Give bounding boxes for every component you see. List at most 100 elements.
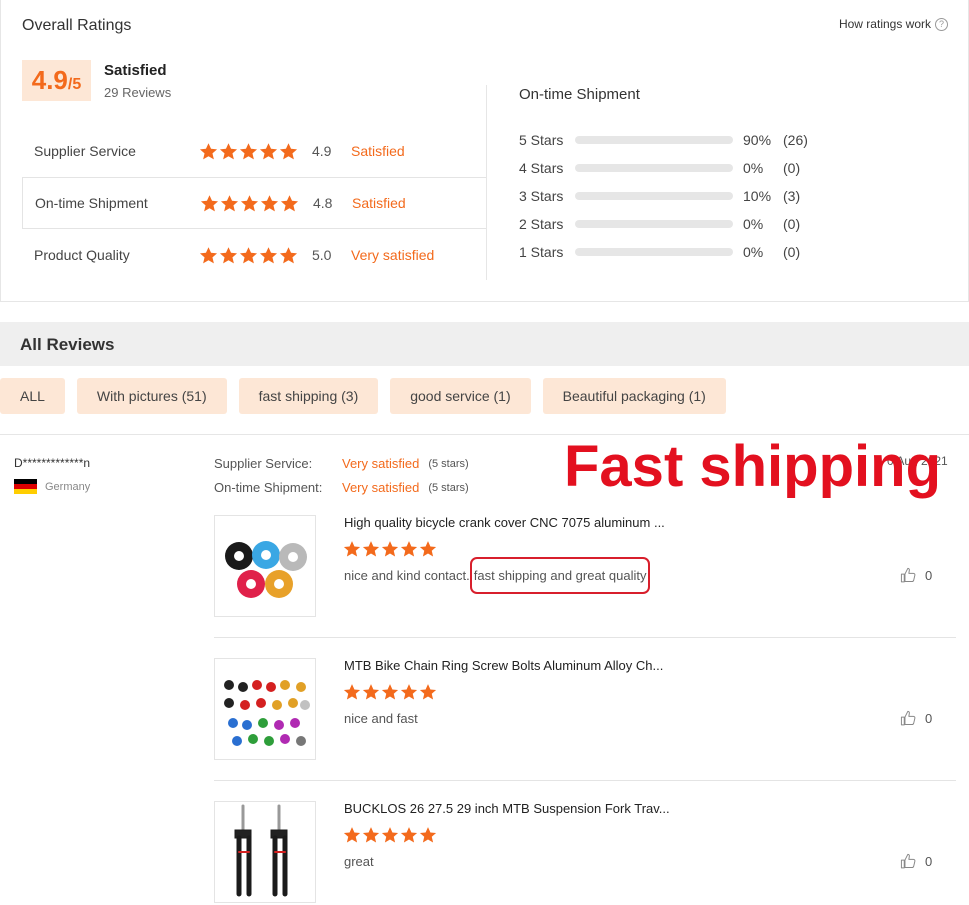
distribution-bar (575, 248, 733, 256)
item-stars (343, 826, 437, 844)
distribution-count: (0) (783, 160, 801, 176)
star-icon (279, 246, 298, 265)
product-thumbnail[interactable] (214, 658, 316, 760)
rating-word: Very satisfied (351, 247, 435, 263)
distribution-row-1: 1 Stars 0% (0) (519, 242, 800, 262)
meta-value: Very satisfied (342, 480, 420, 495)
star-icon (419, 683, 437, 701)
item-stars (343, 540, 437, 558)
review-item: BUCKLOS 26 27.5 29 inch MTB Suspension F… (214, 801, 956, 905)
review-supplier-service: Supplier Service: Very satisfied (5 star… (214, 456, 469, 471)
rating-word: Satisfied (351, 143, 405, 159)
meta-stars: (5 stars) (428, 457, 469, 470)
star-icon (381, 540, 399, 558)
rating-label: Product Quality (34, 247, 130, 263)
star-icon (362, 683, 380, 701)
like-button[interactable]: 0 (900, 853, 932, 870)
meta-key: On-time Shipment: (214, 480, 323, 495)
distribution-count: (0) (783, 244, 801, 260)
star-icon (362, 540, 380, 558)
thumbs-up-icon[interactable] (900, 853, 917, 870)
star-icon (239, 142, 258, 161)
rating-word: Satisfied (352, 195, 406, 211)
star-icon (381, 826, 399, 844)
rating-stars (200, 194, 299, 213)
country-label: Germany (45, 480, 91, 493)
rating-stars (199, 142, 298, 161)
product-thumbnail[interactable] (214, 801, 316, 903)
star-icon (400, 540, 418, 558)
distribution-label: 2 Stars (519, 216, 564, 232)
thumbs-up-icon[interactable] (900, 710, 917, 727)
star-icon (219, 142, 238, 161)
distribution-row-5: 5 Stars 90% (26) (519, 130, 808, 150)
distribution-percent: 0% (743, 244, 764, 260)
filter-chip-good-service[interactable]: good service (1) (390, 378, 531, 414)
all-reviews-title: All Reviews (20, 335, 115, 354)
distribution-title: On-time Shipment (519, 86, 640, 103)
rating-label: Supplier Service (34, 143, 136, 159)
rating-stars (199, 246, 298, 265)
distribution-label: 3 Stars (519, 188, 564, 204)
distribution-label: 1 Stars (519, 244, 564, 260)
distribution-count: (3) (783, 188, 801, 204)
distribution-percent: 10% (743, 188, 772, 204)
distribution-row-4: 4 Stars 0% (0) (519, 158, 800, 178)
review-filters: ALL With pictures (51) fast shipping (3)… (0, 378, 726, 414)
star-icon (419, 540, 437, 558)
suspension-fork-image (234, 804, 288, 897)
distribution-label: 5 Stars (519, 132, 564, 148)
review-comment: nice and kind contact. fast shipping and … (344, 557, 651, 594)
thumbs-up-icon[interactable] (900, 567, 917, 584)
rating-score: 5.0 (312, 247, 332, 263)
filter-chip-fast-shipping[interactable]: fast shipping (3) (238, 378, 379, 414)
like-button[interactable]: 0 (900, 567, 932, 584)
question-circle-icon[interactable]: ? (935, 17, 948, 31)
filter-chip-all[interactable]: ALL (0, 378, 65, 414)
divider (486, 85, 487, 280)
how-ratings-work-link[interactable]: How ratings work ? (839, 17, 948, 31)
distribution-label: 4 Stars (519, 160, 564, 176)
star-icon (280, 194, 299, 213)
star-icon (343, 826, 361, 844)
review-count: 29 Reviews (104, 85, 172, 100)
like-count: 0 (925, 568, 933, 583)
star-icon (343, 540, 361, 558)
distribution-bar (575, 220, 733, 228)
star-icon (279, 142, 298, 161)
like-count: 0 (925, 711, 933, 726)
star-icon (343, 683, 361, 701)
star-icon (400, 826, 418, 844)
distribution-percent: 0% (743, 160, 764, 176)
product-title[interactable]: BUCKLOS 26 27.5 29 inch MTB Suspension F… (344, 801, 670, 816)
overall-score-denominator: /5 (67, 76, 82, 93)
product-title[interactable]: High quality bicycle crank cover CNC 707… (344, 515, 665, 530)
chainring-bolts-image (224, 680, 310, 746)
distribution-count: (0) (783, 216, 801, 232)
meta-stars: (5 stars) (428, 481, 469, 494)
product-title[interactable]: MTB Bike Chain Ring Screw Bolts Aluminum… (344, 658, 663, 673)
distribution-count: (26) (783, 132, 808, 148)
crank-covers-image (225, 541, 307, 598)
divider (214, 637, 956, 638)
rating-score: 4.8 (313, 195, 333, 211)
how-ratings-work-label[interactable]: How ratings work (839, 17, 931, 31)
meta-value: Very satisfied (342, 456, 420, 471)
meta-key: Supplier Service: (214, 456, 313, 471)
star-icon (199, 142, 218, 161)
star-icon (220, 194, 239, 213)
filter-chip-beautiful-packaging[interactable]: Beautiful packaging (1) (542, 378, 726, 414)
rating-row-ontime-shipment[interactable]: On-time Shipment 4.8 Satisfied (22, 177, 487, 229)
distribution-bar (575, 192, 733, 200)
star-icon (381, 683, 399, 701)
product-thumbnail[interactable] (214, 515, 316, 617)
like-button[interactable]: 0 (900, 710, 932, 727)
filter-chip-with-pictures[interactable]: With pictures (51) (76, 378, 227, 414)
star-icon (400, 683, 418, 701)
star-icon (419, 826, 437, 844)
distribution-bar (575, 136, 733, 144)
overall-satisfaction-label: Satisfied (104, 62, 167, 79)
germany-flag-icon (14, 479, 37, 494)
star-icon (239, 246, 258, 265)
comment-text: nice and kind contact. (344, 568, 470, 583)
